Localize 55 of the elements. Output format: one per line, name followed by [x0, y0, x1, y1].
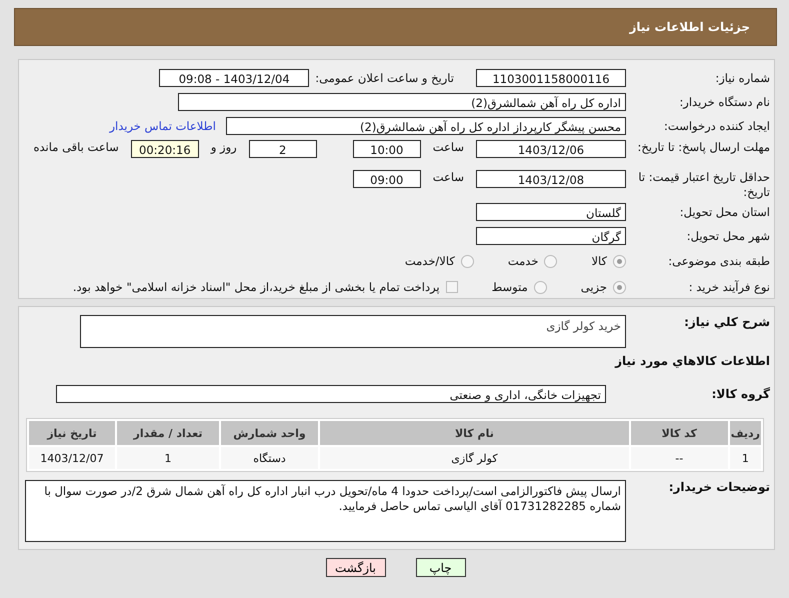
header-title: جزئیات اطلاعات نیاز [629, 20, 750, 34]
column-header: تاریخ نیاز [29, 421, 115, 445]
announce-date-field: 1403/12/04 - 09:08 [159, 69, 310, 87]
goods-group-field: تجهیزات خانگی، اداری و صنعتی [56, 385, 606, 403]
field-label: ساعت باقی مانده [32, 140, 120, 154]
table-cell: 1 [730, 447, 761, 469]
buyer-org-field: اداره کل راه آهن شمالشرق(2) [178, 93, 626, 111]
time-field: 10:00 [352, 140, 421, 158]
field-label: استان محل تحویل: [678, 204, 771, 220]
table-cell: 1403/12/07 [29, 447, 115, 469]
field-label: روز و [209, 140, 238, 154]
radio-label: متوسط [492, 280, 528, 294]
field-label: گروه کالا: [710, 386, 771, 402]
field-label: ساعت [432, 140, 465, 154]
column-header: نام کالا [320, 421, 629, 445]
remaining-time-field: 00:20:16 [130, 140, 199, 158]
column-header: تعداد / مقدار [117, 421, 219, 445]
field-label: نام دستگاه خریدار: [678, 94, 771, 110]
field-label: شماره نیاز: [714, 70, 771, 86]
city-field: گرگان [476, 227, 626, 245]
days-field: 2 [248, 140, 317, 158]
radio-label: کالا [591, 254, 607, 268]
field-label: تاریخ و ساعت اعلان عمومی: [315, 71, 454, 85]
field-label: نوع فرآیند خرید : [688, 280, 771, 294]
need-number-field: 1103001158000116 [476, 69, 626, 87]
field-label: توضیحات خریدار: [668, 480, 771, 495]
time-field: 09:00 [352, 170, 421, 188]
province-field: گلستان [476, 203, 626, 221]
table-cell: 1 [117, 447, 219, 469]
buyer-contact-link[interactable]: اطلاعات تماس خریدار [109, 119, 216, 133]
column-header: کد کالا [630, 421, 728, 445]
field-label: ایجاد کننده درخواست: [663, 118, 771, 134]
checkbox-label: پرداخت تمام یا بخشی از مبلغ خرید،از محل "اسناد خزانه اسلامی" خواهد بود. [72, 280, 440, 294]
field-label: مهلت ارسال پاسخ: تا تاریخ: [636, 140, 771, 155]
radio-label: جزیی [580, 280, 607, 294]
field-label: شهر محل تحویل: [686, 228, 771, 244]
table-cell: -- [630, 447, 728, 469]
date-field: 1403/12/06 [476, 140, 626, 158]
back-button[interactable]: بازگشت [326, 558, 386, 577]
column-header: واحد شمارش [221, 421, 318, 445]
section-title: اطلاعات کالاهاي مورد نياز [614, 354, 770, 368]
buyer-notes-field: ارسال پیش فاکتورالزامی است/پرداخت حدودا 4 ماه/تحویل درب انبار اداره کل راه آهن شمال شرق 2/در صورت سوال با شماره 01731282285 آقای الیاسی تماس حاصل فرمایید. [25, 480, 626, 542]
description-field: خرید کولر گازی [80, 315, 626, 348]
date-field: 1403/12/08 [476, 170, 626, 188]
table-cell: کولر گازی [320, 447, 629, 469]
field-label: حداقل تاریخ اعتبار قیمت: تا تاریخ: [637, 170, 771, 200]
table-cell: دستگاه [221, 447, 318, 469]
requester-field: محسن پیشگر کارپرداز اداره کل راه آهن شمالشرق(2) [226, 117, 626, 135]
radio-label: کالا/خدمت [404, 254, 455, 268]
column-header: ردیف [730, 421, 761, 445]
field-label: شرح کلي نياز: [683, 315, 771, 330]
field-label: طبقه بندی موضوعی: [667, 254, 771, 268]
print-button[interactable]: چاپ [416, 558, 466, 577]
radio-label: خدمت [508, 254, 538, 268]
field-label: ساعت [432, 170, 465, 184]
